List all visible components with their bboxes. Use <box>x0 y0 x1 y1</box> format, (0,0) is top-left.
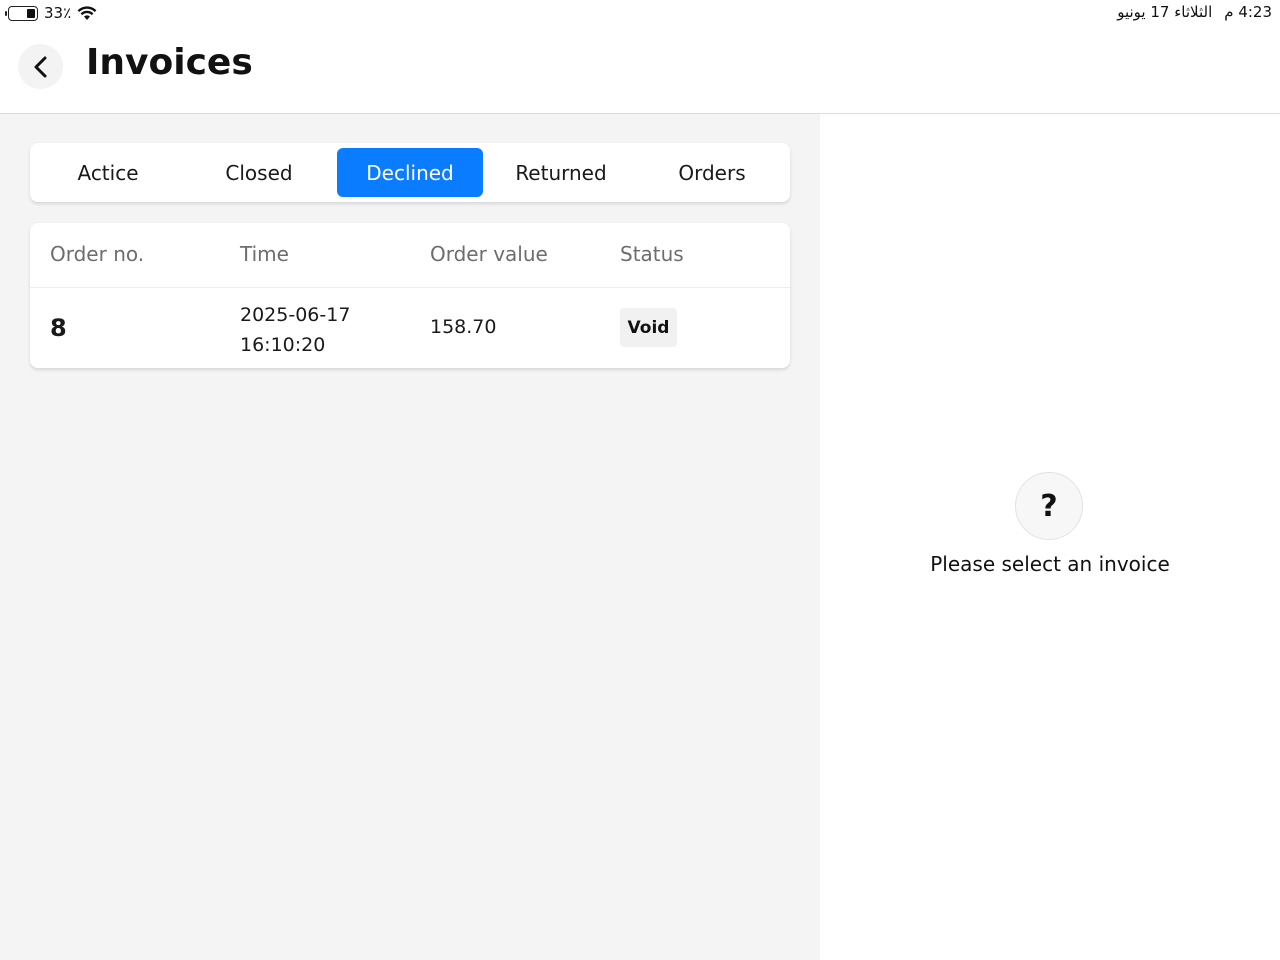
order-time: 2025-06-17 16:10:20 <box>240 300 350 360</box>
order-number: 8 <box>50 314 67 342</box>
status-badge: Void <box>620 308 677 347</box>
status-time: 4:23 م <box>1224 3 1272 21</box>
table-row[interactable]: 8 2025-06-17 16:10:20 158.70 Void <box>30 289 790 368</box>
empty-state-message: Please select an invoice <box>930 552 1170 576</box>
status-right: الثلاثاء 17 يونيو 4:23 م <box>1117 3 1272 21</box>
order-time-line: 16:10:20 <box>240 334 326 356</box>
page-title: Invoices <box>86 42 253 83</box>
order-value: 158.70 <box>430 316 497 338</box>
invoice-table: Order no. Time Order value Status 8 2025… <box>30 223 790 368</box>
header: Invoices <box>0 26 1280 114</box>
header-order-no: Order no. <box>50 242 145 266</box>
header-status: Status <box>620 242 684 266</box>
battery-icon <box>5 5 38 21</box>
header-order-value: Order value <box>430 242 548 266</box>
invoice-detail-pane: ? Please select an invoice <box>820 114 1280 960</box>
tab-orders[interactable]: Orders <box>639 148 785 197</box>
battery-level <box>27 8 35 18</box>
chevron-left-icon <box>34 56 46 77</box>
tab-actice[interactable]: Actice <box>35 148 181 197</box>
battery-percent: 33٪ <box>44 4 72 22</box>
status-bar: 33٪ الثلاثاء 17 يونيو 4:23 م <box>0 0 1280 26</box>
tab-returned[interactable]: Returned <box>488 148 634 197</box>
header-time: Time <box>240 242 289 266</box>
question-mark-icon: ? <box>1015 472 1083 540</box>
tab-bar: Actice Closed Declined Returned Orders <box>30 143 790 202</box>
invoice-list-pane: Actice Closed Declined Returned Orders O… <box>0 114 820 960</box>
table-header: Order no. Time Order value Status <box>30 223 790 288</box>
back-button[interactable] <box>18 44 63 89</box>
wifi-icon <box>77 5 97 21</box>
order-date-line: 2025-06-17 <box>240 304 351 326</box>
status-left: 33٪ <box>5 4 97 22</box>
tab-closed[interactable]: Closed <box>186 148 332 197</box>
tab-declined[interactable]: Declined <box>337 148 483 197</box>
status-date: الثلاثاء 17 يونيو <box>1117 3 1213 21</box>
